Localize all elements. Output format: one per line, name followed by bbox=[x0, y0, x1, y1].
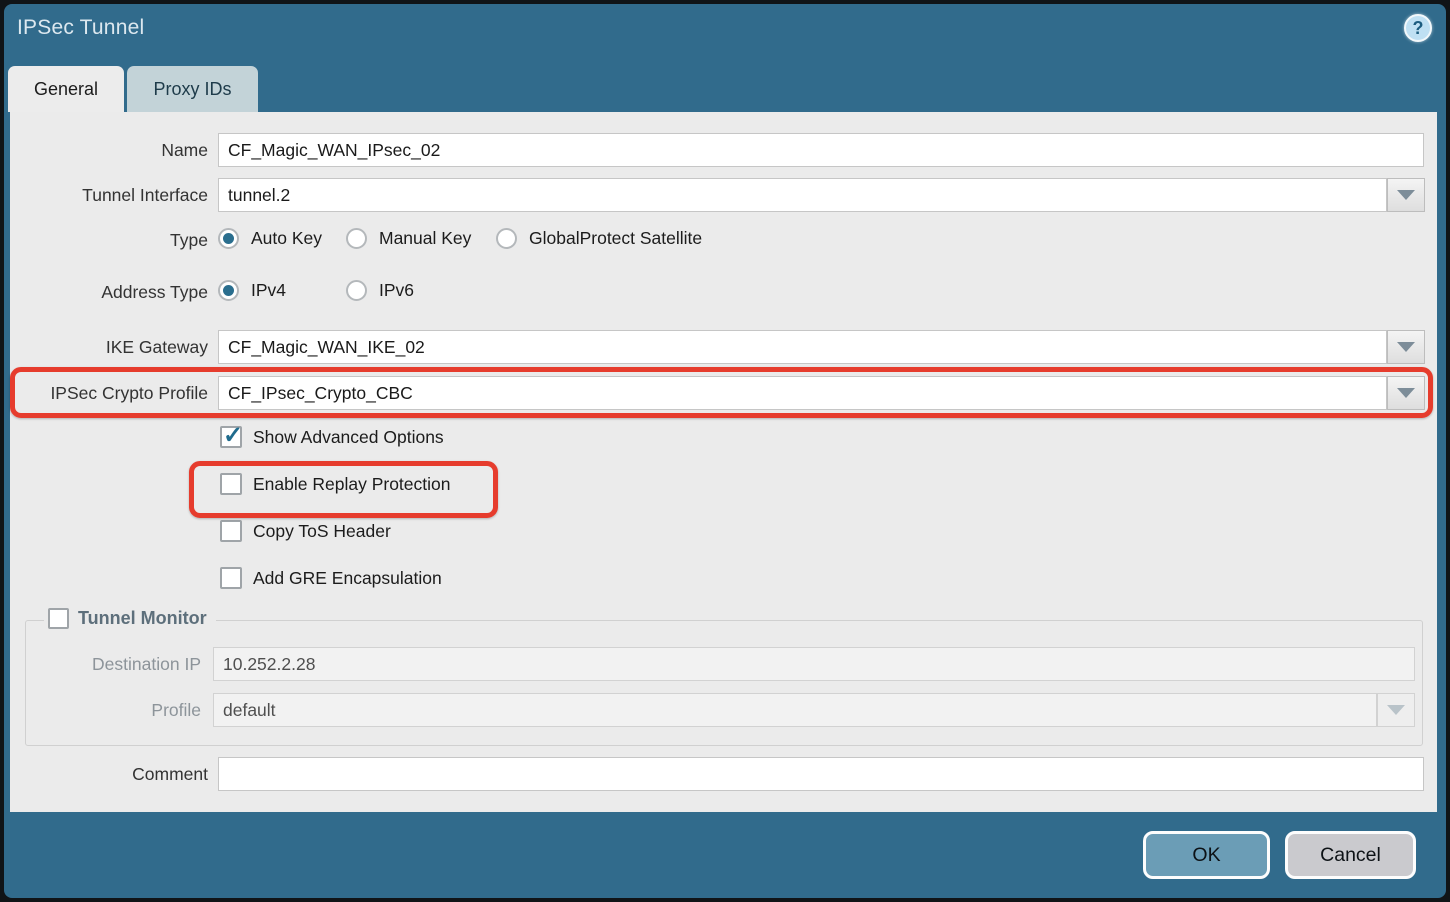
tunnel-monitor-legend[interactable]: Tunnel Monitor bbox=[44, 608, 216, 629]
destination-ip-input bbox=[213, 647, 1415, 681]
add-gre-encapsulation-label: Add GRE Encapsulation bbox=[253, 568, 442, 589]
chevron-down-icon bbox=[1397, 342, 1415, 352]
type-radio-group: Auto Key Manual Key GlobalProtect Satell… bbox=[218, 228, 702, 249]
radio-icon bbox=[496, 228, 517, 249]
chevron-down-icon bbox=[1387, 705, 1405, 715]
tunnel-interface-combobox bbox=[218, 178, 1425, 212]
tunnel-monitor-fieldset: Tunnel Monitor Destination IP Profile bbox=[25, 620, 1423, 746]
ipsec-crypto-profile-combobox bbox=[218, 376, 1425, 410]
copy-tos-header-label: Copy ToS Header bbox=[253, 521, 391, 542]
ipsec-crypto-profile-label: IPSec Crypto Profile bbox=[10, 383, 208, 404]
screen-frame: IPSec Tunnel ? General Proxy IDs Name Tu… bbox=[0, 0, 1450, 902]
question-mark-glyph: ? bbox=[1413, 19, 1424, 37]
type-option-auto-key[interactable]: Auto Key bbox=[218, 228, 346, 249]
name-input[interactable] bbox=[218, 133, 1424, 167]
ipsec-crypto-profile-input[interactable] bbox=[218, 376, 1387, 410]
checkbox-checked-icon: ✓ bbox=[220, 426, 242, 448]
checkbox-unchecked-icon bbox=[220, 520, 242, 542]
add-gre-encapsulation-row[interactable]: Add GRE Encapsulation bbox=[220, 566, 442, 590]
ike-gateway-input[interactable] bbox=[218, 330, 1387, 364]
checkbox-unchecked-icon bbox=[48, 608, 69, 629]
copy-tos-header-row[interactable]: Copy ToS Header bbox=[220, 519, 391, 543]
checkbox-unchecked-icon bbox=[220, 473, 242, 495]
tab-general-label: General bbox=[34, 79, 98, 100]
name-row: Name bbox=[10, 133, 1437, 167]
tab-proxy-ids-label: Proxy IDs bbox=[153, 79, 231, 100]
address-type-label: Address Type bbox=[10, 282, 208, 303]
show-advanced-options-label: Show Advanced Options bbox=[253, 427, 444, 448]
name-label: Name bbox=[10, 140, 208, 161]
tunnel-interface-dropdown-button[interactable] bbox=[1387, 178, 1425, 212]
show-advanced-options-row[interactable]: ✓ Show Advanced Options bbox=[220, 425, 444, 449]
ipsec-crypto-profile-dropdown-button[interactable] bbox=[1387, 376, 1425, 410]
profile-combobox bbox=[213, 693, 1415, 727]
ipsec-tunnel-dialog: IPSec Tunnel ? General Proxy IDs Name Tu… bbox=[4, 4, 1446, 898]
tab-proxy-ids[interactable]: Proxy IDs bbox=[127, 66, 258, 112]
check-icon: ✓ bbox=[223, 421, 243, 450]
ike-gateway-dropdown-button[interactable] bbox=[1387, 330, 1425, 364]
tunnel-interface-row: Tunnel Interface bbox=[10, 178, 1437, 212]
ipsec-crypto-profile-row: IPSec Crypto Profile bbox=[10, 376, 1437, 410]
tunnel-interface-label: Tunnel Interface bbox=[10, 185, 208, 206]
tunnel-interface-input[interactable] bbox=[218, 178, 1387, 212]
profile-label: Profile bbox=[26, 700, 201, 721]
ike-gateway-label: IKE Gateway bbox=[10, 337, 208, 358]
help-icon[interactable]: ? bbox=[1404, 14, 1432, 42]
chevron-down-icon bbox=[1397, 190, 1415, 200]
ok-button[interactable]: OK bbox=[1143, 831, 1270, 879]
tab-general[interactable]: General bbox=[8, 66, 124, 112]
profile-dropdown-button bbox=[1377, 693, 1415, 727]
ike-gateway-combobox bbox=[218, 330, 1425, 364]
dialog-footer: OK Cancel bbox=[1143, 831, 1416, 879]
type-option-manual-key[interactable]: Manual Key bbox=[346, 228, 496, 249]
address-type-radio-group: IPv4 IPv6 bbox=[218, 280, 414, 301]
dialog-title: IPSec Tunnel bbox=[17, 16, 144, 40]
radio-selected-icon bbox=[218, 280, 239, 301]
radio-selected-icon bbox=[218, 228, 239, 249]
comment-row: Comment bbox=[10, 757, 1437, 791]
enable-replay-protection-label: Enable Replay Protection bbox=[253, 474, 450, 495]
address-type-row: Address Type IPv4 IPv6 bbox=[10, 280, 1437, 306]
enable-replay-protection-row[interactable]: Enable Replay Protection bbox=[220, 472, 450, 496]
cancel-button[interactable]: Cancel bbox=[1285, 831, 1416, 879]
type-option-globalprotect-satellite[interactable]: GlobalProtect Satellite bbox=[496, 228, 702, 249]
destination-ip-label: Destination IP bbox=[26, 654, 201, 675]
dialog-titlebar: IPSec Tunnel ? bbox=[4, 4, 1446, 66]
address-type-option-ipv4[interactable]: IPv4 bbox=[218, 280, 346, 301]
checkbox-unchecked-icon bbox=[220, 567, 242, 589]
profile-input bbox=[213, 693, 1377, 727]
type-label: Type bbox=[10, 230, 208, 251]
ike-gateway-row: IKE Gateway bbox=[10, 330, 1437, 364]
comment-input[interactable] bbox=[218, 757, 1424, 791]
address-type-option-ipv6[interactable]: IPv6 bbox=[346, 280, 414, 301]
radio-icon bbox=[346, 228, 367, 249]
chevron-down-icon bbox=[1397, 388, 1415, 398]
type-row: Type Auto Key Manual Key GlobalProtect S… bbox=[10, 228, 1437, 254]
tunnel-monitor-label: Tunnel Monitor bbox=[78, 608, 207, 629]
general-tab-panel: Name Tunnel Interface Type bbox=[10, 112, 1437, 812]
radio-icon bbox=[346, 280, 367, 301]
comment-label: Comment bbox=[10, 764, 208, 785]
